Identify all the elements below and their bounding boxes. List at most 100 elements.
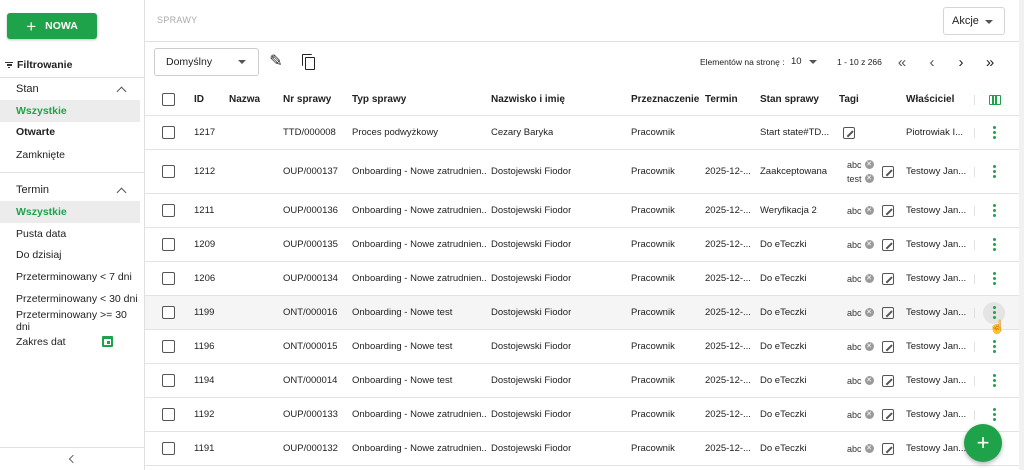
column-header-case-type[interactable]: Typ sprawy (352, 84, 406, 115)
column-header-owner[interactable]: Właściciel (906, 84, 954, 115)
prev-page-button[interactable]: ‹ (921, 51, 943, 73)
column-header-name[interactable]: Nazwa (229, 84, 260, 115)
row-menu-button[interactable] (993, 364, 996, 397)
table-row[interactable]: 1194 ONT/000014 Onboarding - Nowe test Dost… (145, 364, 1019, 398)
remove-tag-icon[interactable]: ✕ (864, 174, 874, 183)
cell-tags: abc ✕ (847, 432, 874, 465)
column-header-purpose[interactable]: Przeznaczenie (631, 84, 699, 115)
new-case-button[interactable]: + NOWA (7, 13, 97, 39)
termin-section-header[interactable]: Termin (16, 184, 128, 197)
row-checkbox[interactable] (162, 364, 175, 397)
tag-chip[interactable]: abc ✕ (847, 308, 874, 318)
column-header-case-number[interactable]: Nr sprawy (283, 84, 331, 115)
column-header-status[interactable]: Stan sprawy (760, 84, 819, 115)
table-row[interactable]: 1217 TTD/000008 Proces podwyżkowy Cezary Ba… (145, 116, 1019, 150)
first-page-button[interactable]: « (891, 51, 913, 73)
termin-filter-overdue-30[interactable]: Przeterminowany < 30 dni (0, 288, 140, 310)
row-menu-button[interactable] (993, 194, 996, 227)
row-checkbox[interactable] (162, 330, 175, 363)
edit-tags-button[interactable] (882, 150, 894, 193)
cell-case-type: Onboarding - Nowe zatrudnien... (352, 409, 487, 420)
column-header-deadline[interactable]: Termin (705, 84, 738, 115)
breadcrumb: SPRAWY (157, 15, 198, 25)
next-page-button[interactable]: › (950, 51, 972, 73)
remove-tag-icon[interactable]: ✕ (864, 342, 874, 351)
row-menu-button[interactable] (993, 398, 996, 431)
table-row[interactable]: 1192 OUP/000133 Onboarding - Nowe zatrudni… (145, 398, 1019, 432)
edit-tags-button[interactable] (882, 262, 894, 295)
remove-tag-icon[interactable]: ✕ (864, 308, 874, 317)
table-row[interactable]: 1209 OUP/000135 Onboarding - Nowe zatrudni… (145, 228, 1019, 262)
termin-filter-overdue-30-plus[interactable]: Przeterminowany >= 30 dni (0, 309, 140, 333)
table-row[interactable]: 1196 ONT/000015 Onboarding - Nowe test Dost… (145, 330, 1019, 364)
row-checkbox[interactable] (162, 432, 175, 465)
tag-chip[interactable]: abc ✕ (847, 206, 874, 216)
row-menu-button[interactable] (993, 228, 996, 261)
tag-chip[interactable]: abc ✕ (847, 444, 874, 454)
select-all-checkbox[interactable] (162, 84, 175, 115)
tag-chip[interactable]: abc ✕ (847, 160, 874, 170)
edit-tags-button[interactable] (882, 228, 894, 261)
column-header-id[interactable]: ID (194, 84, 204, 115)
edit-tags-button[interactable] (882, 364, 894, 397)
termin-filter-overdue-7[interactable]: Przeterminowany < 7 dni (0, 266, 140, 288)
collapse-sidebar-button[interactable] (0, 447, 145, 470)
remove-tag-icon[interactable]: ✕ (864, 410, 874, 419)
tag-chip[interactable]: test ✕ (847, 174, 874, 184)
tag-chip[interactable]: abc ✕ (847, 410, 874, 420)
remove-tag-icon[interactable]: ✕ (864, 160, 874, 169)
row-checkbox[interactable] (162, 398, 175, 431)
remove-tag-icon[interactable]: ✕ (864, 444, 874, 453)
copy-view-button[interactable] (300, 53, 318, 71)
row-checkbox[interactable] (162, 262, 175, 295)
remove-tag-icon[interactable]: ✕ (864, 206, 874, 215)
edit-tags-button[interactable] (882, 398, 894, 431)
stan-filter-closed[interactable]: Zamknięte (0, 144, 140, 166)
table-row[interactable]: 1199 ONT/000016 Onboarding - Nowe test Dost… (145, 296, 1019, 330)
edit-view-button[interactable]: ✎ (267, 53, 285, 71)
termin-filter-date-range[interactable]: Zakres dat (0, 331, 140, 353)
row-menu-button[interactable] (993, 116, 996, 149)
page-scrollbar[interactable] (1019, 0, 1024, 470)
columns-settings-button[interactable] (989, 84, 1001, 115)
row-checkbox[interactable] (162, 116, 175, 149)
edit-tags-button[interactable] (882, 194, 894, 227)
row-checkbox[interactable] (162, 150, 175, 193)
edit-tags-button[interactable] (882, 296, 894, 329)
row-checkbox[interactable] (162, 228, 175, 261)
stan-filter-open[interactable]: Otwarte (0, 121, 140, 143)
column-header-tags[interactable]: Tagi (839, 84, 859, 115)
table-row[interactable]: 1212 OUP/000137 Onboarding - Nowe zatrudni… (145, 150, 1019, 194)
edit-tags-button[interactable] (843, 116, 855, 149)
cell-id: 1217 (194, 127, 216, 138)
stan-filter-all[interactable]: Wszystkie (0, 100, 140, 122)
remove-tag-icon[interactable]: ✕ (864, 274, 874, 283)
termin-filter-all[interactable]: Wszystkie (0, 201, 140, 223)
edit-tags-button[interactable] (882, 330, 894, 363)
per-page-select[interactable]: 10 (791, 56, 802, 67)
remove-tag-icon[interactable]: ✕ (864, 376, 874, 385)
tag-chip[interactable]: abc ✕ (847, 342, 874, 352)
table-row[interactable]: 1206 OUP/000134 Onboarding - Nowe zatrudni… (145, 262, 1019, 296)
caret-down-icon[interactable] (809, 60, 817, 64)
row-menu-button[interactable] (993, 262, 996, 295)
termin-filter-empty-date[interactable]: Pusta data (0, 223, 140, 245)
tag-chip[interactable]: abc ✕ (847, 274, 874, 284)
tag-chip[interactable]: abc ✕ (847, 376, 874, 386)
stan-section-header[interactable]: Stan (16, 83, 128, 96)
table-row[interactable]: 1191 OUP/000132 Onboarding - Nowe zatrudni… (145, 432, 1019, 466)
row-checkbox[interactable] (162, 296, 175, 329)
table-row[interactable]: 1211 OUP/000136 Onboarding - Nowe zatrudni… (145, 194, 1019, 228)
termin-filter-until-today[interactable]: Do dzisiaj (0, 244, 140, 266)
edit-tags-button[interactable] (882, 432, 894, 465)
calendar-icon[interactable] (102, 336, 113, 347)
last-page-button[interactable]: » (979, 51, 1001, 73)
row-menu-button[interactable] (993, 150, 996, 193)
column-header-person[interactable]: Nazwisko i imię (491, 84, 565, 115)
remove-tag-icon[interactable]: ✕ (864, 240, 874, 249)
add-case-fab[interactable]: + (964, 424, 1002, 462)
tag-chip[interactable]: abc ✕ (847, 240, 874, 250)
row-checkbox[interactable] (162, 194, 175, 227)
view-select[interactable]: Domyślny (154, 48, 259, 76)
actions-dropdown[interactable]: Akcje (943, 7, 1005, 35)
